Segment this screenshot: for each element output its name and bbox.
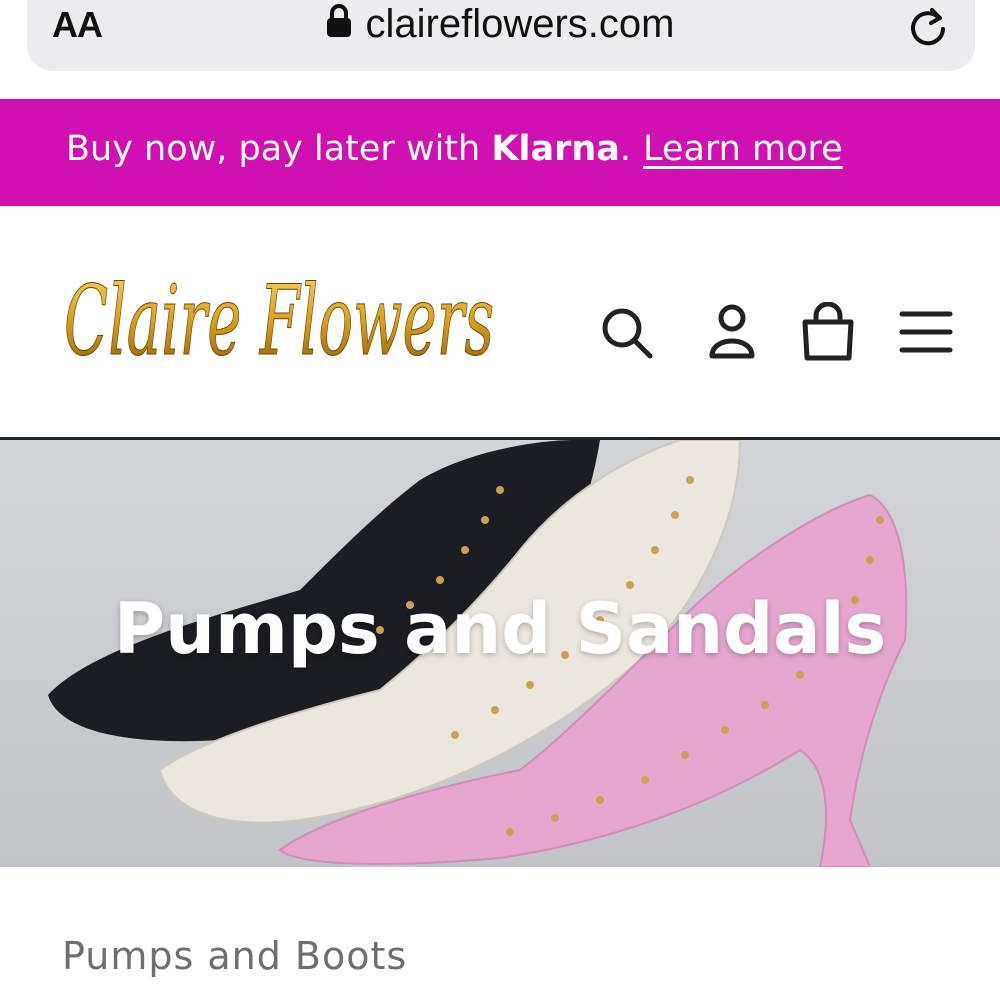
account-icon[interactable] <box>702 302 762 362</box>
url-text: claireflowers.com <box>365 2 675 46</box>
cart-icon[interactable] <box>798 302 858 362</box>
search-icon[interactable] <box>596 302 656 362</box>
hero-banner[interactable]: Pumps and Sandals <box>0 440 1000 867</box>
learn-more-link[interactable]: Learn more <box>643 129 843 169</box>
promo-brand: Klarna <box>491 129 620 169</box>
browser-address-bar: AA claireflowers.com <box>0 0 1000 96</box>
hero-title: Pumps and Sandals <box>113 588 887 670</box>
promo-text: Buy now, pay later with <box>66 129 492 169</box>
reload-icon[interactable] <box>904 2 952 50</box>
collection-heading: Pumps and Boots <box>62 934 408 978</box>
claire-flowers-logo[interactable]: Claire Flowers <box>64 264 504 384</box>
url-field[interactable]: claireflowers.com <box>0 2 1000 47</box>
logo-text: Claire Flowers <box>64 265 494 377</box>
lock-icon <box>326 3 351 37</box>
site-header: Claire Flowers <box>0 206 1000 438</box>
klarna-promo-banner: Buy now, pay later with Klarna. Learn mor… <box>0 99 1000 206</box>
menu-icon[interactable] <box>896 302 956 362</box>
promo-period: . <box>619 129 632 169</box>
